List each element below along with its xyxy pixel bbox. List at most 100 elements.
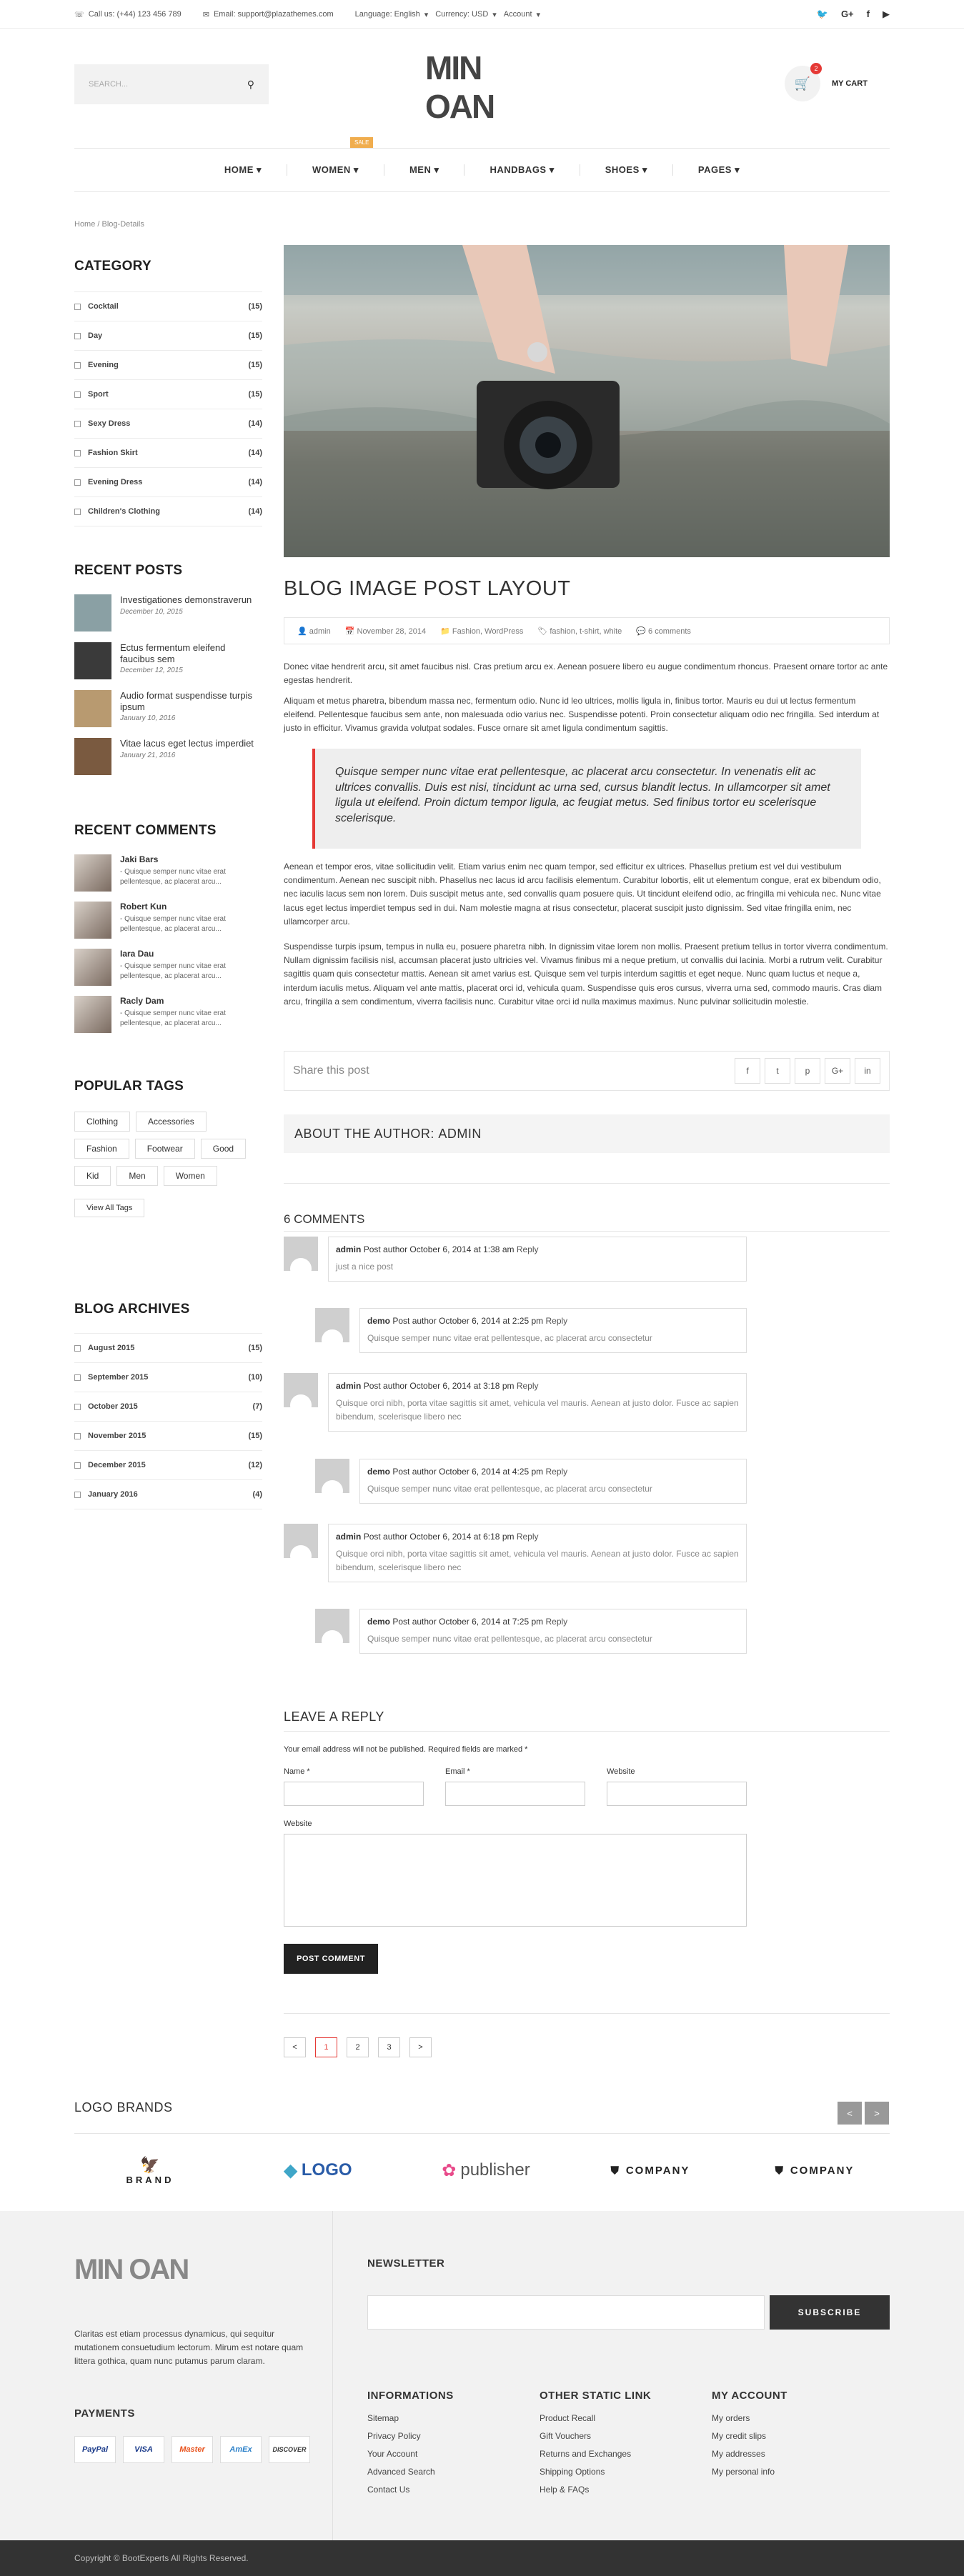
- search-box[interactable]: SEARCH... ⚲: [74, 64, 269, 104]
- recent-post-title[interactable]: Audio format suspendisse turpis ipsum: [120, 690, 262, 712]
- tag-item[interactable]: Women: [163, 1166, 217, 1186]
- archive-item[interactable]: December 2015 (12): [74, 1451, 262, 1480]
- commenter-name[interactable]: Iara Dau: [120, 949, 262, 959]
- tag-item[interactable]: Accessories: [136, 1112, 207, 1132]
- comment-excerpt[interactable]: - Quisque semper nunc vitae erat pellent…: [120, 1009, 262, 1029]
- recent-post-title[interactable]: Ectus fermentum eleifend faucibus sem: [120, 642, 262, 664]
- category-item[interactable]: Evening (15): [74, 351, 262, 380]
- currency-select[interactable]: Currency: USD ▾: [435, 10, 497, 19]
- archive-item[interactable]: January 2016 (4): [74, 1480, 262, 1509]
- site-logo[interactable]: MIN OAN: [425, 49, 540, 125]
- footer-logo[interactable]: MIN OAN: [74, 2254, 189, 2286]
- archive-item[interactable]: August 2015 (15): [74, 1334, 262, 1363]
- post-thumbnail[interactable]: [74, 738, 111, 775]
- brands-prev-button[interactable]: <: [838, 2102, 862, 2125]
- comment-author[interactable]: demo: [367, 1617, 390, 1627]
- recent-post-title[interactable]: Vitae lacus eget lectus imperdiet: [120, 738, 254, 749]
- footer-link[interactable]: Returns and Exchanges: [540, 2445, 631, 2463]
- tag-item[interactable]: Fashion: [74, 1139, 129, 1159]
- twitter-share-icon[interactable]: t: [765, 1058, 790, 1084]
- comment-author[interactable]: admin: [336, 1244, 361, 1254]
- facebook-icon[interactable]: f: [867, 9, 870, 20]
- nav-handbags[interactable]: HANDBAGS ▾: [464, 164, 580, 176]
- brand-logo[interactable]: ◆ LOGO: [264, 2149, 372, 2192]
- brands-next-button[interactable]: >: [865, 2102, 889, 2125]
- youtube-icon[interactable]: ▶: [883, 9, 890, 20]
- google-plus-share-icon[interactable]: G+: [825, 1058, 850, 1084]
- tag-item[interactable]: Clothing: [74, 1112, 131, 1132]
- brand-logo[interactable]: ⛊ COMPANY: [757, 2149, 872, 2192]
- footer-link[interactable]: Contact Us: [367, 2481, 435, 2499]
- category-item[interactable]: Fashion Skirt (14): [74, 439, 262, 468]
- reply-link[interactable]: Reply: [517, 1244, 539, 1254]
- comment-author[interactable]: admin: [336, 1532, 361, 1542]
- commenter-name[interactable]: Racly Dam: [120, 996, 262, 1006]
- comment-excerpt[interactable]: - Quisque semper nunc vitae erat pellent…: [120, 914, 262, 934]
- category-item[interactable]: Cocktail (15): [74, 292, 262, 321]
- footer-link[interactable]: Your Account: [367, 2445, 435, 2463]
- footer-link[interactable]: My orders: [712, 2410, 775, 2427]
- nav-men[interactable]: MEN ▾: [384, 164, 465, 176]
- twitter-icon[interactable]: 🐦: [817, 9, 828, 20]
- comment-excerpt[interactable]: - Quisque semper nunc vitae erat pellent…: [120, 962, 262, 982]
- newsletter-email-input[interactable]: [367, 2295, 765, 2330]
- author-meta[interactable]: 👤 admin: [297, 626, 331, 636]
- footer-link[interactable]: My addresses: [712, 2445, 775, 2463]
- archive-item[interactable]: November 2015 (15): [74, 1422, 262, 1451]
- reply-link[interactable]: Reply: [517, 1381, 539, 1391]
- nav-pages[interactable]: PAGES ▾: [673, 164, 765, 176]
- website-field[interactable]: [607, 1782, 747, 1806]
- comment-author[interactable]: admin: [336, 1381, 361, 1391]
- tag-item[interactable]: Footwear: [134, 1139, 195, 1159]
- tag-item[interactable]: Kid: [74, 1166, 111, 1186]
- pinterest-share-icon[interactable]: p: [795, 1058, 820, 1084]
- recent-post[interactable]: Investigationes demonstraverun December 1…: [74, 594, 262, 642]
- reply-link[interactable]: Reply: [546, 1316, 568, 1326]
- footer-link[interactable]: Gift Vouchers: [540, 2427, 631, 2445]
- footer-link[interactable]: Advanced Search: [367, 2463, 435, 2481]
- breadcrumb-home[interactable]: Home: [74, 220, 95, 229]
- post-thumbnail[interactable]: [74, 594, 111, 631]
- nav-shoes[interactable]: SHOES ▾: [580, 164, 673, 176]
- account-menu[interactable]: Account ▾: [504, 10, 540, 19]
- brand-logo[interactable]: 🦅 BRAND: [100, 2149, 200, 2192]
- footer-link[interactable]: Help & FAQs: [540, 2481, 631, 2499]
- linkedin-share-icon[interactable]: in: [855, 1058, 880, 1084]
- post-comment-button[interactable]: POST COMMENT: [284, 1944, 378, 1974]
- page-1[interactable]: 1: [315, 2037, 337, 2057]
- archive-item[interactable]: October 2015 (7): [74, 1392, 262, 1422]
- archive-item[interactable]: September 2015 (10): [74, 1363, 262, 1392]
- footer-link[interactable]: My personal info: [712, 2463, 775, 2481]
- commenter-name[interactable]: Jaki Bars: [120, 854, 262, 864]
- category-item[interactable]: Evening Dress (14): [74, 468, 262, 497]
- footer-link[interactable]: Privacy Policy: [367, 2427, 435, 2445]
- reply-link[interactable]: Reply: [517, 1532, 539, 1542]
- page-prev[interactable]: <: [284, 2037, 306, 2057]
- nav-home[interactable]: HOME ▾: [199, 164, 288, 176]
- tags-meta[interactable]: 🏷 fashion, t-shirt, white: [537, 626, 622, 636]
- footer-link[interactable]: Sitemap: [367, 2410, 435, 2427]
- facebook-share-icon[interactable]: f: [735, 1058, 760, 1084]
- comment-author[interactable]: demo: [367, 1316, 390, 1326]
- comment-author[interactable]: demo: [367, 1467, 390, 1477]
- commenter-name[interactable]: Robert Kun: [120, 902, 262, 912]
- reply-link[interactable]: Reply: [546, 1467, 568, 1477]
- reply-link[interactable]: Reply: [546, 1617, 568, 1627]
- nav-women[interactable]: WOMEN ▾: [287, 164, 384, 176]
- category-item[interactable]: Sport (15): [74, 380, 262, 409]
- google-plus-icon[interactable]: G+: [841, 9, 854, 20]
- category-meta[interactable]: 📁 Fashion, WordPress: [440, 626, 523, 636]
- comment-textarea[interactable]: [284, 1834, 747, 1927]
- brand-logo[interactable]: ✿ publisher: [422, 2149, 550, 2192]
- recent-post[interactable]: Vitae lacus eget lectus imperdiet January…: [74, 738, 262, 786]
- name-field[interactable]: [284, 1782, 424, 1806]
- comment-excerpt[interactable]: - Quisque semper nunc vitae erat pellent…: [120, 867, 262, 887]
- tag-item[interactable]: Good: [200, 1139, 247, 1159]
- search-icon[interactable]: ⚲: [247, 79, 254, 91]
- subscribe-button[interactable]: SUBSCRIBE: [770, 2295, 890, 2330]
- category-item[interactable]: Children's Clothing (14): [74, 497, 262, 526]
- page-next[interactable]: >: [409, 2037, 432, 2057]
- footer-link[interactable]: Product Recall: [540, 2410, 631, 2427]
- footer-link[interactable]: My credit slips: [712, 2427, 775, 2445]
- brand-logo[interactable]: ⛊ COMPANY: [593, 2149, 707, 2192]
